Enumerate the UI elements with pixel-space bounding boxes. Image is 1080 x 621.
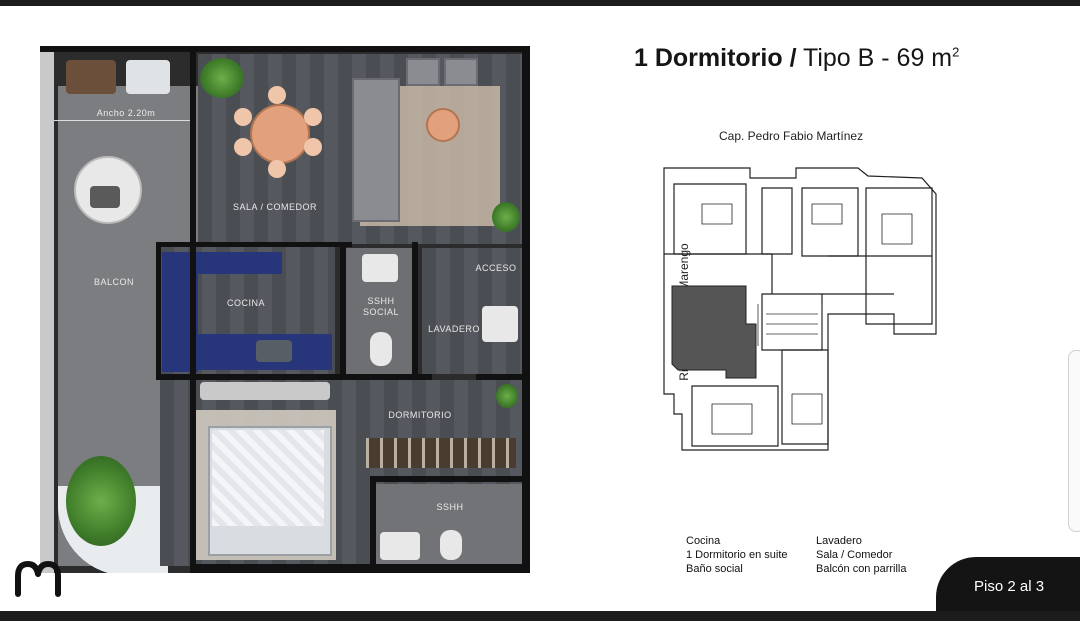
bedroom-desk [200,382,330,400]
grill [66,60,116,94]
kitchen-counter [162,334,332,370]
floor-plan-render: SALA / COMEDOR Ancho 2.20m BALCON COCINA… [40,46,530,573]
stair-core [761,293,823,351]
armchair [444,58,478,86]
wall [40,46,530,52]
unit-outline [781,349,829,445]
room-label-balcon: BALCON [93,277,134,287]
balcony-rail [40,46,54,573]
feature-item: 1 Dormitorio en suite [686,549,788,561]
page-title: 1 Dormitorio / Tipo B - 69 m2 [634,44,959,73]
kitchen-sink [256,340,292,362]
kitchen-island [162,252,282,274]
dining-chair [268,160,286,178]
building-key-plan [663,167,937,451]
plant [200,58,244,98]
wall [370,476,376,572]
bottom-bar [0,611,1080,621]
sofa [352,78,400,222]
feature-item: Cocina [686,535,721,547]
brand-logo-icon [15,561,61,597]
room-label-sshh: SSHH [436,502,464,512]
wall [476,374,526,380]
master-bath-toilet [440,530,462,560]
wall [370,476,526,482]
unit-outline [691,385,779,447]
top-bar [0,0,1080,6]
washer [482,306,518,342]
title-superscript: 2 [952,44,960,60]
feature-item: Baño social [686,563,743,575]
room-label-sala-comedor: SALA / COMEDOR [232,202,318,212]
room-label-sshh-social: SSHH SOCIAL [362,296,399,317]
wall [522,46,530,573]
dimension-line [54,120,194,121]
dining-table [250,104,310,164]
dining-chair [234,138,252,156]
unit-outline [761,187,793,255]
wall [340,242,346,378]
master-bath-sink [380,532,420,560]
plant [492,202,520,232]
closet [366,438,516,468]
balcony-sink [126,60,170,94]
bed-cover [212,430,324,526]
feature-item: Sala / Comedor [816,549,893,561]
room-label-cocina: COCINA [226,298,265,308]
wall [156,374,432,380]
features-column-1: Cocina 1 Dormitorio en suite Baño social [686,534,788,576]
feature-item: Lavadero [816,535,862,547]
laptop [90,186,120,208]
dining-chair [268,86,286,104]
features-column-2: Lavadero Sala / Comedor Balcón con parri… [816,534,907,576]
street-label-top: Cap. Pedro Fabio Martínez [719,129,864,143]
room-label-dormitorio: DORMITORIO [388,410,452,420]
unit-outline [801,187,859,257]
title-regular: Tipo B - 69 m [796,44,953,72]
plant [496,384,518,408]
stairs [757,304,823,346]
feature-item: Balcón con parrilla [816,563,907,575]
wall [412,242,418,378]
scroll-handle[interactable] [1068,350,1080,532]
social-bath-toilet [370,332,392,366]
dimension-label: Ancho 2.20m [96,108,156,118]
room-label-lavadero: LAVADERO [428,324,480,334]
title-bold: 1 Dormitorio / [634,44,797,72]
plant [66,456,136,546]
room-label-acceso: ACCESO [475,263,517,273]
dining-chair [304,108,322,126]
coffee-table [426,108,460,142]
wall [156,242,161,376]
wall [190,46,196,573]
floor-badge-label: Piso 2 al 3 [974,578,1045,595]
dining-chair [304,138,322,156]
social-bath-sink [362,254,398,282]
armchair [406,58,440,86]
wall [156,242,352,247]
dining-chair [234,108,252,126]
wall [190,564,530,573]
highlighted-unit [671,285,757,379]
unit-outline [673,183,747,255]
